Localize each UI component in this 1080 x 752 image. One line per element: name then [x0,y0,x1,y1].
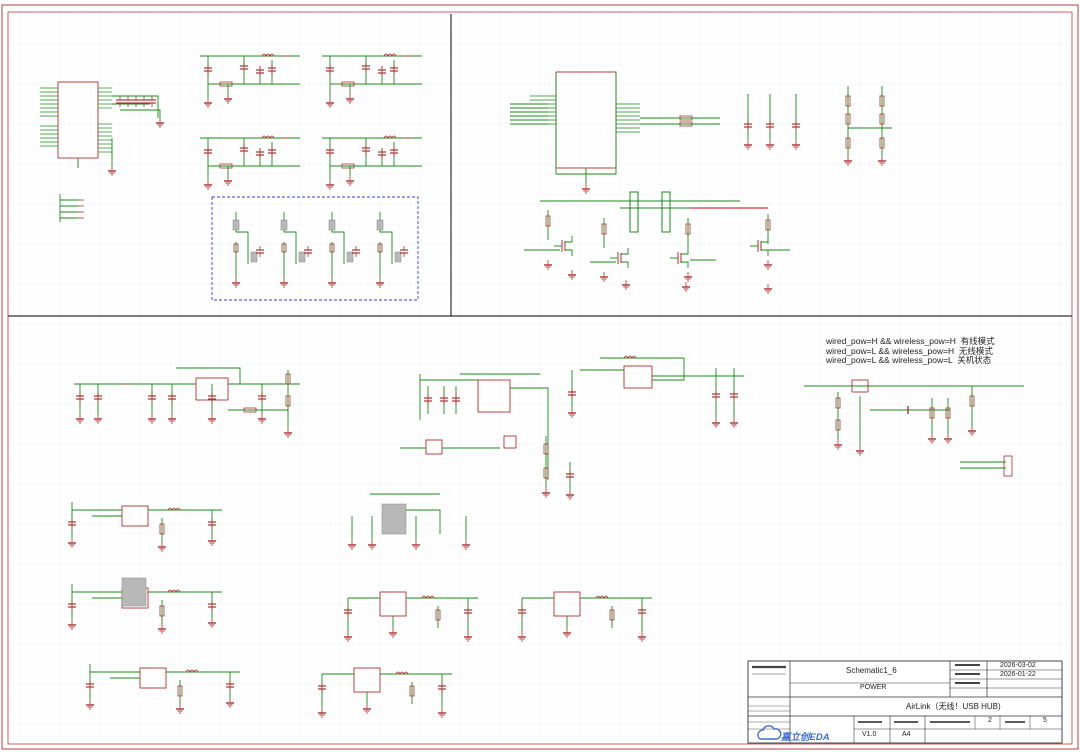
power-mode-notes: wired_pow=H && wireless_pow=H 有线模式 wired_… [826,336,995,366]
circuit-wiring [40,53,1024,718]
paper-size: A4 [902,731,911,738]
project-title: AirLink（无线！USB HUB) [906,702,1001,711]
dashed-group-box [211,196,419,301]
version: V1.0 [862,731,877,738]
mode-note-off: wired_pow=L && wireless_pow=L 关机状态 [826,355,992,366]
schematic-name: Schematic1_6 [846,666,897,675]
page-number: 2 [988,717,992,724]
create-date: 2026-01-22 [1000,671,1036,678]
sheet-name: POWER [860,684,887,691]
page-total: 5 [1043,717,1047,724]
update-date: 2026-03-02 [1000,662,1036,669]
schematic-sheet [1,4,1079,750]
eda-logo-text: 嘉立创EDA [781,732,830,743]
sheet-grid [8,12,1072,744]
